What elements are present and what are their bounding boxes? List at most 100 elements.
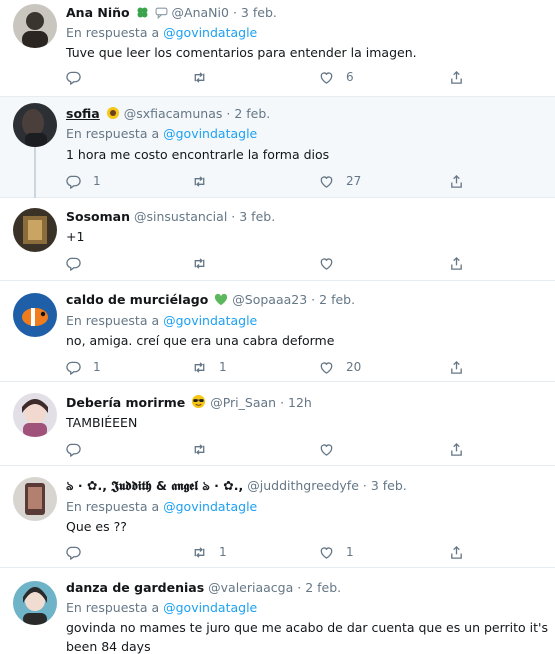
retweet-icon <box>192 70 207 85</box>
tweet-date[interactable]: 3 feb. <box>241 5 277 20</box>
user-handle[interactable]: @sxfiacamunas <box>124 106 223 121</box>
tweet[interactable]: ঌ · ✿., 𝕵𝖚𝖉𝖉𝖎𝖙𝖍 & 𝖆𝖓𝖌𝖊𝖑 ঌ · ✿., @juddith… <box>0 466 555 568</box>
user-handle[interactable]: @sinsustancial <box>134 209 227 224</box>
green-heart-icon <box>214 293 228 309</box>
like-button[interactable]: 6 <box>319 69 354 85</box>
tweet-actions <box>66 441 486 457</box>
share-icon <box>449 545 464 560</box>
tweet-date[interactable]: 2 feb. <box>319 292 355 307</box>
tweet[interactable]: Debería morirme @Pri_Saan · 12h TAMBIÉEE… <box>0 382 555 466</box>
tweet-text: TAMBIÉEEN <box>66 415 138 430</box>
reply-button[interactable] <box>66 544 93 560</box>
tweet-date[interactable]: 2 feb. <box>234 106 270 121</box>
retweet-button[interactable] <box>192 255 219 271</box>
avatar[interactable] <box>13 393 57 437</box>
tweet[interactable]: danza de gardenias @valeriaacga · 2 feb.… <box>0 568 555 654</box>
heart-icon <box>319 174 334 189</box>
tweet-text: Tuve que leer los comentarios para enten… <box>66 45 417 60</box>
avatar[interactable] <box>13 4 57 48</box>
retweet-button[interactable] <box>192 441 219 457</box>
reply-button[interactable]: 1 <box>66 359 101 375</box>
reply-context: En respuesta a @govindatagle <box>66 25 257 40</box>
tweet-date[interactable]: 2 feb. <box>305 580 341 595</box>
like-count: 27 <box>346 174 362 188</box>
reply-button[interactable] <box>66 441 93 457</box>
like-button[interactable] <box>319 255 346 271</box>
tweet-actions: 1 1 20 <box>66 359 486 375</box>
separator-dot: · <box>231 209 236 224</box>
avatar[interactable] <box>13 208 57 252</box>
avatar[interactable] <box>13 581 57 625</box>
like-count: 1 <box>346 545 354 559</box>
display-name[interactable]: caldo de murciélago <box>66 292 208 307</box>
tweet[interactable]: caldo de murciélago @Sopaaa23 · 2 feb. E… <box>0 281 555 382</box>
reply-prefix: En respuesta a <box>66 25 160 40</box>
reply-button[interactable] <box>66 255 93 271</box>
tweet-text: Que es ?? <box>66 519 127 534</box>
reply-mention[interactable]: @govindatagle <box>163 313 257 328</box>
like-button[interactable]: 20 <box>319 359 361 375</box>
share-button[interactable] <box>449 441 464 457</box>
retweet-button[interactable]: 1 <box>192 359 227 375</box>
reply-mention[interactable]: @govindatagle <box>163 499 257 514</box>
share-icon <box>449 442 464 457</box>
reply-mention[interactable]: @govindatagle <box>163 126 257 141</box>
tweet[interactable]: Sosoman @sinsustancial · 3 feb. +1 <box>0 198 555 281</box>
user-handle[interactable]: @valeriaacga <box>208 580 293 595</box>
tweet-date[interactable]: 3 feb. <box>239 209 275 224</box>
tweet[interactable]: sofia @sxfiacamunas · 2 feb. En respuest… <box>0 97 555 198</box>
like-count: 20 <box>346 360 362 374</box>
tweet-date[interactable]: 3 feb. <box>371 478 407 493</box>
reply-prefix: En respuesta a <box>66 600 160 615</box>
separator-dot: · <box>297 580 302 595</box>
like-button[interactable]: 27 <box>319 173 361 189</box>
reply-context: En respuesta a @govindatagle <box>66 313 257 328</box>
reply-context: En respuesta a @govindatagle <box>66 600 257 615</box>
user-handle[interactable]: @AnaNi0 <box>172 5 229 20</box>
share-button[interactable] <box>449 544 464 560</box>
user-handle[interactable]: @Pri_Saan <box>210 395 276 410</box>
display-name[interactable]: danza de gardenias <box>66 580 204 595</box>
retweet-count: 1 <box>219 545 227 559</box>
retweet-button[interactable] <box>192 173 219 189</box>
retweet-button[interactable] <box>192 69 219 85</box>
share-button[interactable] <box>449 69 464 85</box>
reply-prefix: En respuesta a <box>66 499 160 514</box>
tweet-date[interactable]: 12h <box>288 395 312 410</box>
avatar[interactable] <box>13 293 57 337</box>
sunglasses-face-icon <box>191 394 206 412</box>
avatar[interactable] <box>13 103 57 147</box>
user-handle[interactable]: @juddithgreedyfe <box>247 478 359 493</box>
display-name[interactable]: ঌ · ✿., 𝕵𝖚𝖉𝖉𝖎𝖙𝖍 & 𝖆𝖓𝖌𝖊𝖑 ঌ · ✿., <box>66 478 243 493</box>
share-icon <box>449 256 464 271</box>
display-name[interactable]: Debería morirme <box>66 395 185 410</box>
heart-icon <box>319 545 334 560</box>
reply-mention[interactable]: @govindatagle <box>163 600 257 615</box>
display-name[interactable]: sofia <box>66 106 100 121</box>
reply-prefix: En respuesta a <box>66 313 160 328</box>
separator-dot: · <box>232 5 237 20</box>
heart-icon <box>319 256 334 271</box>
display-name[interactable]: Ana Niño <box>66 5 130 20</box>
reply-button[interactable]: 1 <box>66 173 101 189</box>
share-icon <box>449 70 464 85</box>
tweet-text: govinda no mames te juro que me acabo de… <box>66 620 548 654</box>
like-count: 6 <box>346 70 354 84</box>
like-button[interactable]: 1 <box>319 544 354 560</box>
reply-context: En respuesta a @govindatagle <box>66 126 257 141</box>
like-button[interactable] <box>319 441 346 457</box>
retweet-button[interactable]: 1 <box>192 544 227 560</box>
reply-icon <box>66 256 81 271</box>
user-handle[interactable]: @Sopaaa23 <box>232 292 307 307</box>
clover-icon <box>136 6 149 22</box>
reply-button[interactable] <box>66 69 93 85</box>
tweet[interactable]: Ana Niño @AnaNi0 · 3 feb. En respuesta a… <box>0 0 555 97</box>
heart-icon <box>319 360 334 375</box>
share-button[interactable] <box>449 255 464 271</box>
share-button[interactable] <box>449 173 464 189</box>
share-button[interactable] <box>449 359 464 375</box>
reply-mention[interactable]: @govindatagle <box>163 25 257 40</box>
avatar[interactable] <box>13 477 57 521</box>
tweet-actions <box>66 255 486 271</box>
display-name[interactable]: Sosoman <box>66 209 130 224</box>
